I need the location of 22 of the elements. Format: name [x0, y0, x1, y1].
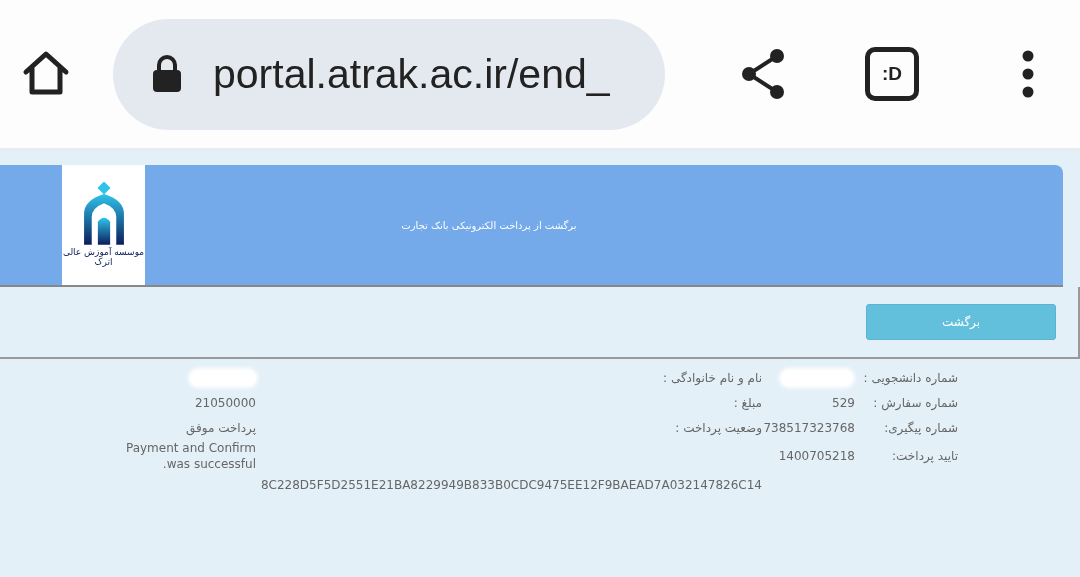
field-label: شماره پیگیری:	[883, 420, 958, 435]
url-text: portal.atrak.ac.ir/end_	[213, 50, 610, 98]
menu-icon[interactable]	[1021, 50, 1035, 98]
lock-icon	[151, 54, 183, 94]
transaction-hash: 8C228D5F5D2551E21BA8229949B833B0CDC9475EE12F9BAEAD7A032147826C14	[259, 477, 762, 492]
field-value: 738517323768	[763, 420, 855, 435]
page-title: برگشت از پرداخت الکترونیکی بانک تجارت	[400, 219, 578, 231]
field-value: 21050000	[193, 394, 256, 411]
field-label: وضعیت پرداخت :	[675, 420, 762, 435]
share-icon[interactable]	[739, 48, 787, 100]
field-value: 1400705218	[778, 449, 855, 463]
field-label: شماره سفارش :	[872, 395, 958, 410]
field-label: تایید پرداخت:	[891, 449, 958, 463]
field-label: شماره دانشجویی :	[862, 370, 958, 385]
logo-text: موسسه آموزش عالی اترک	[62, 248, 145, 268]
field-label: مبلغ :	[733, 395, 762, 410]
field-label: نام و نام خانوادگی :	[663, 370, 762, 385]
address-bar[interactable]: portal.atrak.ac.ir/end_	[113, 18, 665, 130]
tab-switcher-button[interactable]: :D	[865, 47, 919, 101]
field-value: پرداخت موفق	[184, 419, 256, 436]
field-value: 529	[832, 395, 855, 410]
field-value: Payment and Confirm was successful.	[124, 440, 256, 472]
